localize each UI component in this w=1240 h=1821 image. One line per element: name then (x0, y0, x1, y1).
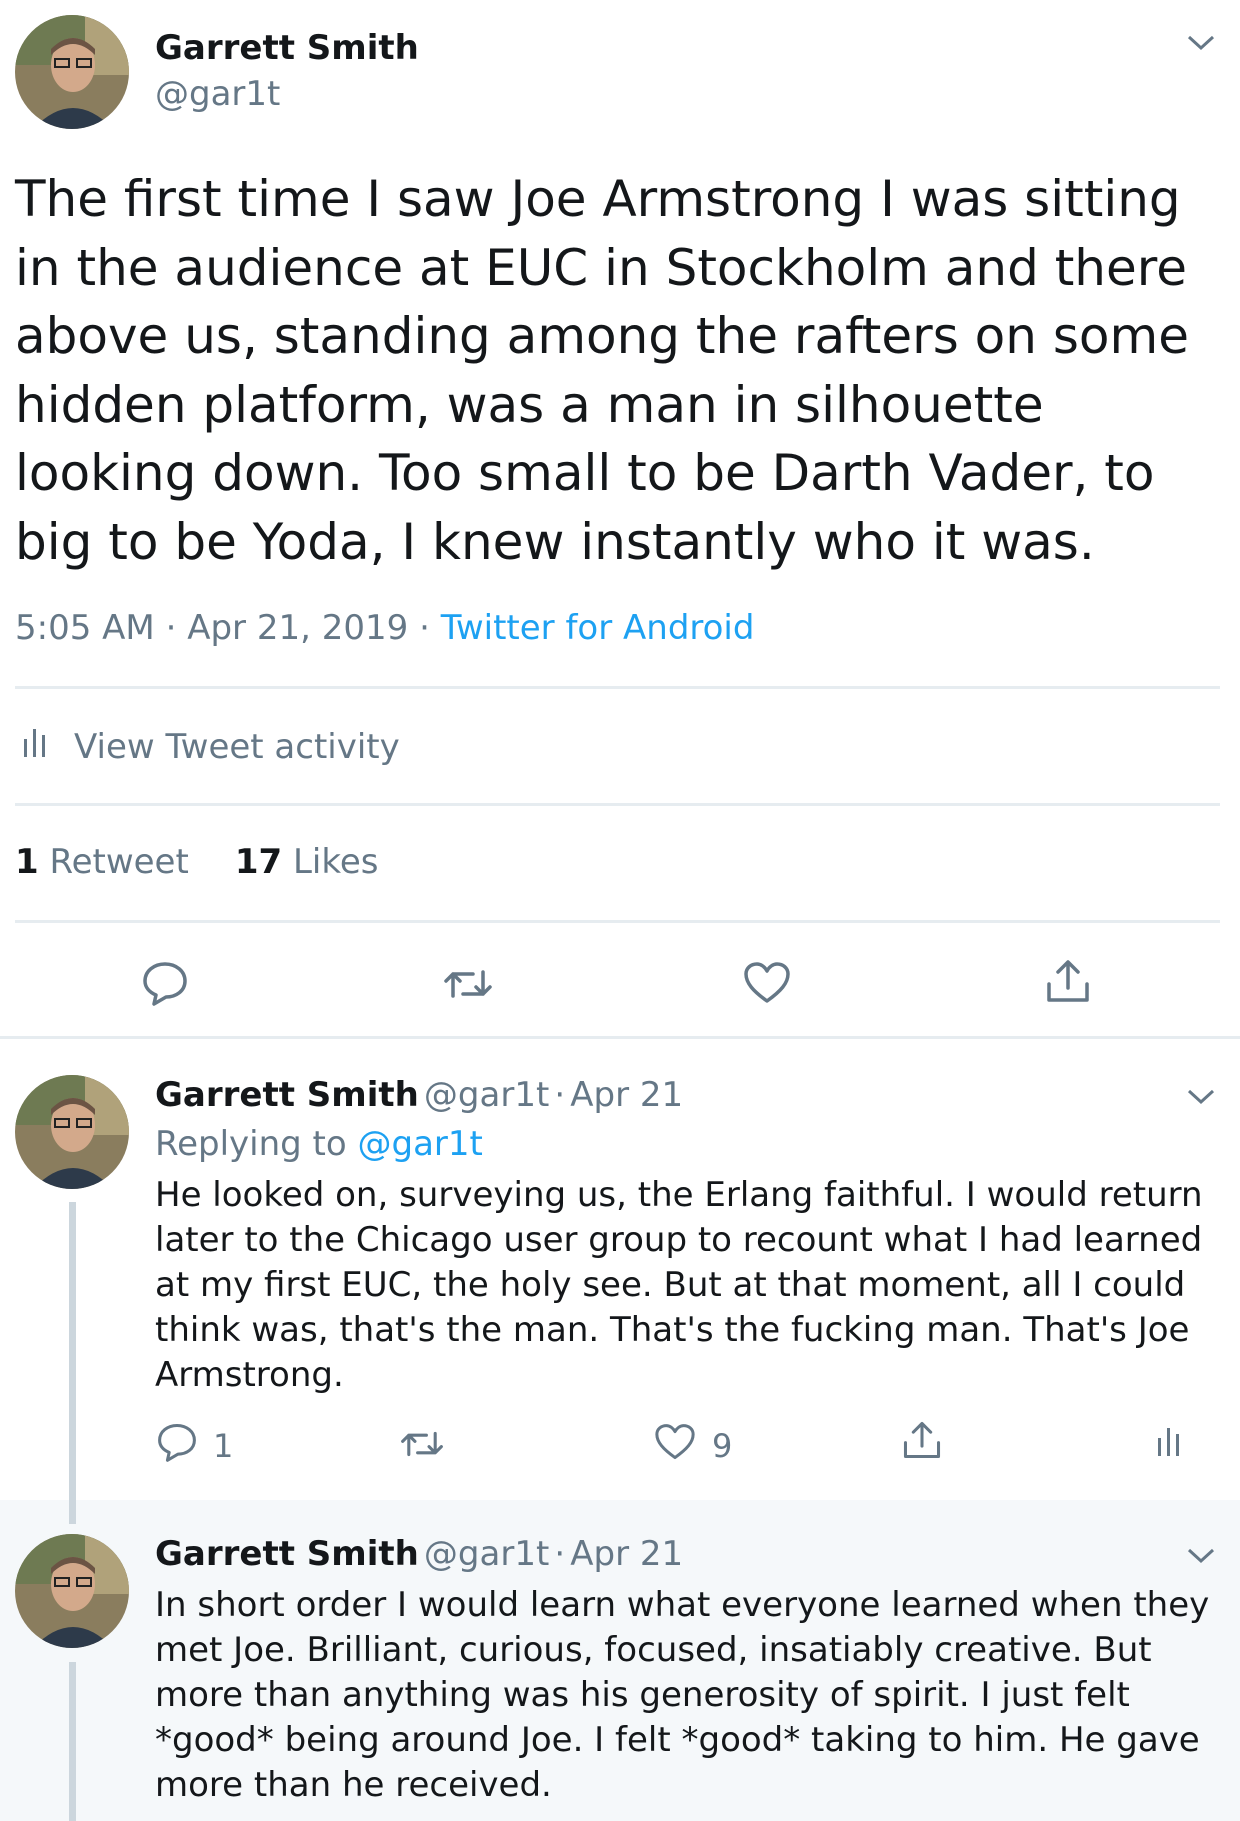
thread-line (69, 1662, 76, 1821)
meta-separator: · (165, 608, 177, 648)
divider (15, 686, 1220, 689)
thread-line (69, 1202, 76, 1522)
tweet-text: The first time I saw Joe Armstrong I was… (15, 170, 1189, 571)
replying-to: Replying to @gar1t (155, 1124, 483, 1164)
tweet-date[interactable]: Apr 21 (570, 1075, 683, 1115)
like-button[interactable]: 9 (654, 1423, 732, 1469)
meta-separator: · (554, 1075, 566, 1115)
retweet-label: Retweet (49, 842, 189, 882)
meta-separator: · (554, 1534, 566, 1574)
reply-text: In short order I would learn what everyo… (155, 1585, 1210, 1805)
share-icon (1045, 958, 1091, 1012)
reply-header: Garrett Smith @gar1t · Apr 21 (155, 1075, 683, 1115)
author-name[interactable]: Garrett Smith (155, 1075, 419, 1115)
like-count: 9 (712, 1427, 733, 1465)
like-button[interactable] (743, 961, 791, 1013)
avatar[interactable] (15, 15, 129, 129)
reply-header: Garrett Smith @gar1t · Apr 21 (155, 1534, 683, 1574)
meta-separator: · (419, 608, 430, 648)
share-icon (902, 1420, 942, 1468)
retweet-icon (443, 966, 493, 1010)
divider (15, 920, 1220, 923)
like-stat[interactable]: 17 Likes (235, 842, 379, 882)
replying-to-prefix: Replying to (155, 1124, 347, 1164)
tweet-date[interactable]: Apr 21 (570, 1534, 683, 1574)
reply-icon (142, 960, 188, 1014)
chevron-down-icon[interactable] (1186, 1546, 1216, 1570)
retweet-stat[interactable]: 1 Retweet (15, 842, 189, 882)
like-count: 17 (234, 842, 283, 882)
author-handle[interactable]: @gar1t (424, 1534, 549, 1574)
like-icon (743, 961, 791, 1013)
view-tweet-activity-label: View Tweet activity (74, 726, 400, 767)
share-button[interactable] (1045, 958, 1091, 1012)
avatar[interactable] (15, 1534, 129, 1648)
author-name[interactable]: Garrett Smith (155, 28, 419, 68)
retweet-button[interactable] (400, 1428, 444, 1468)
view-tweet-activity[interactable]: View Tweet activity (22, 725, 400, 768)
chevron-down-icon[interactable] (1186, 33, 1216, 57)
tweet-date[interactable]: Apr 21, 2019 (187, 608, 408, 648)
retweet-icon (400, 1428, 444, 1468)
author-name[interactable]: Garrett Smith (155, 1534, 419, 1574)
reply-button[interactable] (142, 960, 188, 1014)
replying-to-handle[interactable]: @gar1t (358, 1124, 483, 1164)
author-handle[interactable]: @gar1t (155, 74, 280, 114)
analytics-icon (1156, 1424, 1182, 1466)
like-label: Likes (292, 842, 379, 882)
divider (0, 1036, 1240, 1039)
share-button[interactable] (902, 1420, 942, 1468)
divider (15, 803, 1220, 806)
avatar[interactable] (15, 1075, 129, 1189)
reply-text: He looked on, surveying us, the Erlang f… (155, 1175, 1203, 1395)
tweet-time: 5:05 AM (15, 608, 155, 648)
like-icon (654, 1423, 696, 1469)
retweet-button[interactable] (443, 966, 493, 1010)
chevron-down-icon[interactable] (1186, 1087, 1216, 1111)
author-handle[interactable]: @gar1t (424, 1075, 549, 1115)
retweet-count: 1 (15, 842, 39, 882)
tweet-stats: 1 Retweet 17 Likes (15, 842, 378, 882)
reply-icon (157, 1422, 197, 1470)
tweet-source-link[interactable]: Twitter for Android (441, 608, 755, 648)
thread-line (69, 1500, 76, 1524)
reply-button[interactable]: 1 (157, 1422, 233, 1470)
tweet-meta: 5:05 AM · Apr 21, 2019 · Twitter for And… (15, 608, 754, 648)
reply-count: 1 (213, 1427, 234, 1465)
bar-chart-icon (22, 725, 48, 768)
analytics-button[interactable] (1156, 1424, 1182, 1466)
